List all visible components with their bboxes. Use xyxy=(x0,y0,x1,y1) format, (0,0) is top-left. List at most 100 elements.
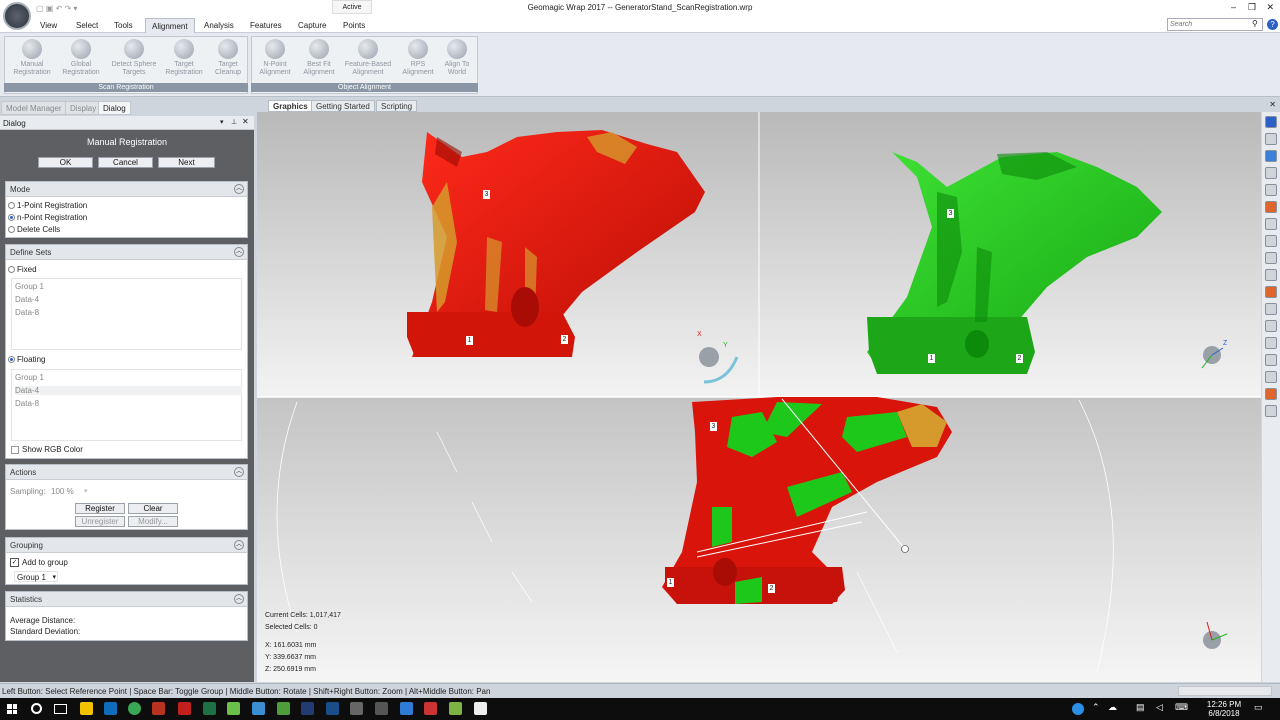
floating-list[interactable]: Group 1 Data-4 Data-8 xyxy=(11,369,242,441)
sampling-field[interactable]: 100 % xyxy=(51,487,74,496)
tab-capture[interactable]: Capture xyxy=(292,18,332,33)
grouping-header[interactable]: Grouping ︿ xyxy=(6,538,247,553)
excel-icon[interactable] xyxy=(203,702,216,715)
mode-header[interactable]: Mode ︿ xyxy=(6,182,247,197)
chevron-up-icon[interactable]: ⌃ xyxy=(1092,702,1100,713)
app-icon[interactable] xyxy=(227,702,240,715)
paint-icon[interactable] xyxy=(1265,286,1277,298)
clip-icon[interactable] xyxy=(1265,320,1277,332)
fit-icon[interactable] xyxy=(1265,218,1277,230)
display-icon[interactable] xyxy=(1265,371,1277,383)
grid-icon[interactable] xyxy=(1265,303,1277,315)
register-button[interactable]: Register xyxy=(75,503,125,514)
file-explorer-icon[interactable] xyxy=(80,702,93,715)
light-icon[interactable] xyxy=(1265,201,1277,213)
collapse-icon[interactable]: ︿ xyxy=(234,247,244,257)
geomagic-icon[interactable] xyxy=(449,702,462,715)
word-icon[interactable] xyxy=(152,702,165,715)
floating-list-item[interactable]: Data-8 xyxy=(15,399,39,408)
tab-dialog[interactable]: Dialog xyxy=(98,101,131,115)
rotate-icon[interactable] xyxy=(1265,133,1277,145)
statistics-header[interactable]: Statistics ︿ xyxy=(6,592,247,607)
clock-time[interactable]: 12:26 PM xyxy=(1200,700,1248,709)
feature-based-alignment-button[interactable]: Feature-Based Alignment xyxy=(340,37,396,83)
radio-floating[interactable] xyxy=(8,356,15,363)
target-registration-button[interactable]: Target Registration xyxy=(160,37,208,83)
layer-icon[interactable] xyxy=(1265,167,1277,179)
tab-analysis[interactable]: Analysis xyxy=(198,18,240,33)
help-tray-icon[interactable] xyxy=(1072,703,1084,715)
tab-display[interactable]: Display xyxy=(65,101,102,115)
option-delete-cells[interactable]: Delete Cells xyxy=(17,225,60,234)
help-icon[interactable]: ? xyxy=(1267,19,1278,30)
align-to-world-button[interactable]: Align To World xyxy=(433,37,481,83)
marker-result-3[interactable]: 3 xyxy=(710,422,717,431)
brush-icon[interactable] xyxy=(1265,269,1277,281)
app-logo-icon[interactable] xyxy=(3,2,31,30)
target-cleanup-button[interactable]: Target Cleanup xyxy=(204,37,252,83)
info-icon[interactable] xyxy=(1265,405,1277,417)
floating-list-item[interactable]: Group 1 xyxy=(15,373,44,382)
app-icon[interactable] xyxy=(326,702,339,715)
lasso-icon[interactable] xyxy=(1265,252,1277,264)
best-fit-alignment-button[interactable]: Best Fit Alignment xyxy=(295,37,343,83)
viewport-scene[interactable] xyxy=(257,112,1261,682)
search-icon[interactable] xyxy=(31,703,42,714)
app-icon[interactable] xyxy=(424,702,437,715)
task-view-icon[interactable] xyxy=(54,704,67,714)
radio-fixed[interactable] xyxy=(8,266,15,273)
collapse-icon[interactable]: ︿ xyxy=(234,467,244,477)
app-icon[interactable] xyxy=(375,702,388,715)
render-icon[interactable] xyxy=(1265,150,1277,162)
modify-button[interactable]: Modify... xyxy=(128,516,178,527)
manual-registration-button[interactable]: Manual Registration xyxy=(8,37,56,83)
clear-button[interactable]: Clear xyxy=(128,503,178,514)
define-sets-header[interactable]: Define Sets ︿ xyxy=(6,245,247,260)
tab-features[interactable]: Features xyxy=(244,18,288,33)
minimize-button[interactable]: – xyxy=(1231,2,1236,12)
floating-list-item[interactable]: Data-4 xyxy=(15,386,242,395)
show-rgb-checkbox[interactable] xyxy=(11,446,19,454)
cloud-icon[interactable]: ☁ xyxy=(1108,702,1117,713)
spinner-icon[interactable]: ▾ xyxy=(84,487,88,495)
actions-header[interactable]: Actions ︿ xyxy=(6,465,247,480)
next-button[interactable]: Next xyxy=(158,157,215,168)
collapse-icon[interactable]: ︿ xyxy=(234,540,244,550)
color-icon[interactable] xyxy=(1265,388,1277,400)
tab-graphics[interactable]: Graphics xyxy=(268,100,313,112)
tab-alignment[interactable]: Alignment xyxy=(145,18,195,33)
add-to-group-checkbox[interactable]: ✓ xyxy=(10,558,19,567)
app-icon[interactable] xyxy=(277,702,290,715)
collapse-icon[interactable]: ︿ xyxy=(234,594,244,604)
floating-label[interactable]: Floating xyxy=(17,355,45,364)
ok-button[interactable]: OK xyxy=(38,157,93,168)
global-registration-button[interactable]: Global Registration xyxy=(57,37,105,83)
view-icon[interactable] xyxy=(1265,116,1277,128)
collapse-icon[interactable]: ︿ xyxy=(234,184,244,194)
volume-icon[interactable]: ◁ xyxy=(1156,702,1163,713)
tab-points[interactable]: Points xyxy=(337,18,371,33)
clock-date[interactable]: 6/8/2018 xyxy=(1200,709,1248,718)
fixed-list-item[interactable]: Group 1 xyxy=(15,282,44,291)
restore-button[interactable]: ❐ xyxy=(1248,2,1256,13)
app-icon[interactable] xyxy=(301,702,314,715)
app-icon[interactable] xyxy=(400,702,413,715)
app-icon[interactable] xyxy=(350,702,363,715)
radio-1-point[interactable] xyxy=(8,202,15,209)
search-input[interactable] xyxy=(1167,18,1263,31)
tab-getting-started[interactable]: Getting Started xyxy=(311,100,375,112)
section-icon[interactable] xyxy=(1265,354,1277,366)
dropdown-icon[interactable]: ▾ xyxy=(220,118,224,126)
dx-icon[interactable] xyxy=(178,702,191,715)
radio-n-point[interactable] xyxy=(8,214,15,221)
chrome-icon[interactable] xyxy=(128,702,141,715)
marker-result-1[interactable]: 1 xyxy=(667,578,674,587)
fixed-list[interactable]: Group 1 Data-4 Data-8 xyxy=(11,278,242,350)
fixed-list-item[interactable]: Data-4 xyxy=(15,295,39,304)
network-icon[interactable]: ▤ xyxy=(1136,702,1145,713)
marker-fixed-1[interactable]: 1 xyxy=(466,336,473,345)
add-to-group-label[interactable]: Add to group xyxy=(22,558,68,567)
tab-tools[interactable]: Tools xyxy=(108,18,139,33)
detect-sphere-targets-button[interactable]: Detect Sphere Targets xyxy=(108,37,160,83)
tab-scripting[interactable]: Scripting xyxy=(376,100,418,112)
